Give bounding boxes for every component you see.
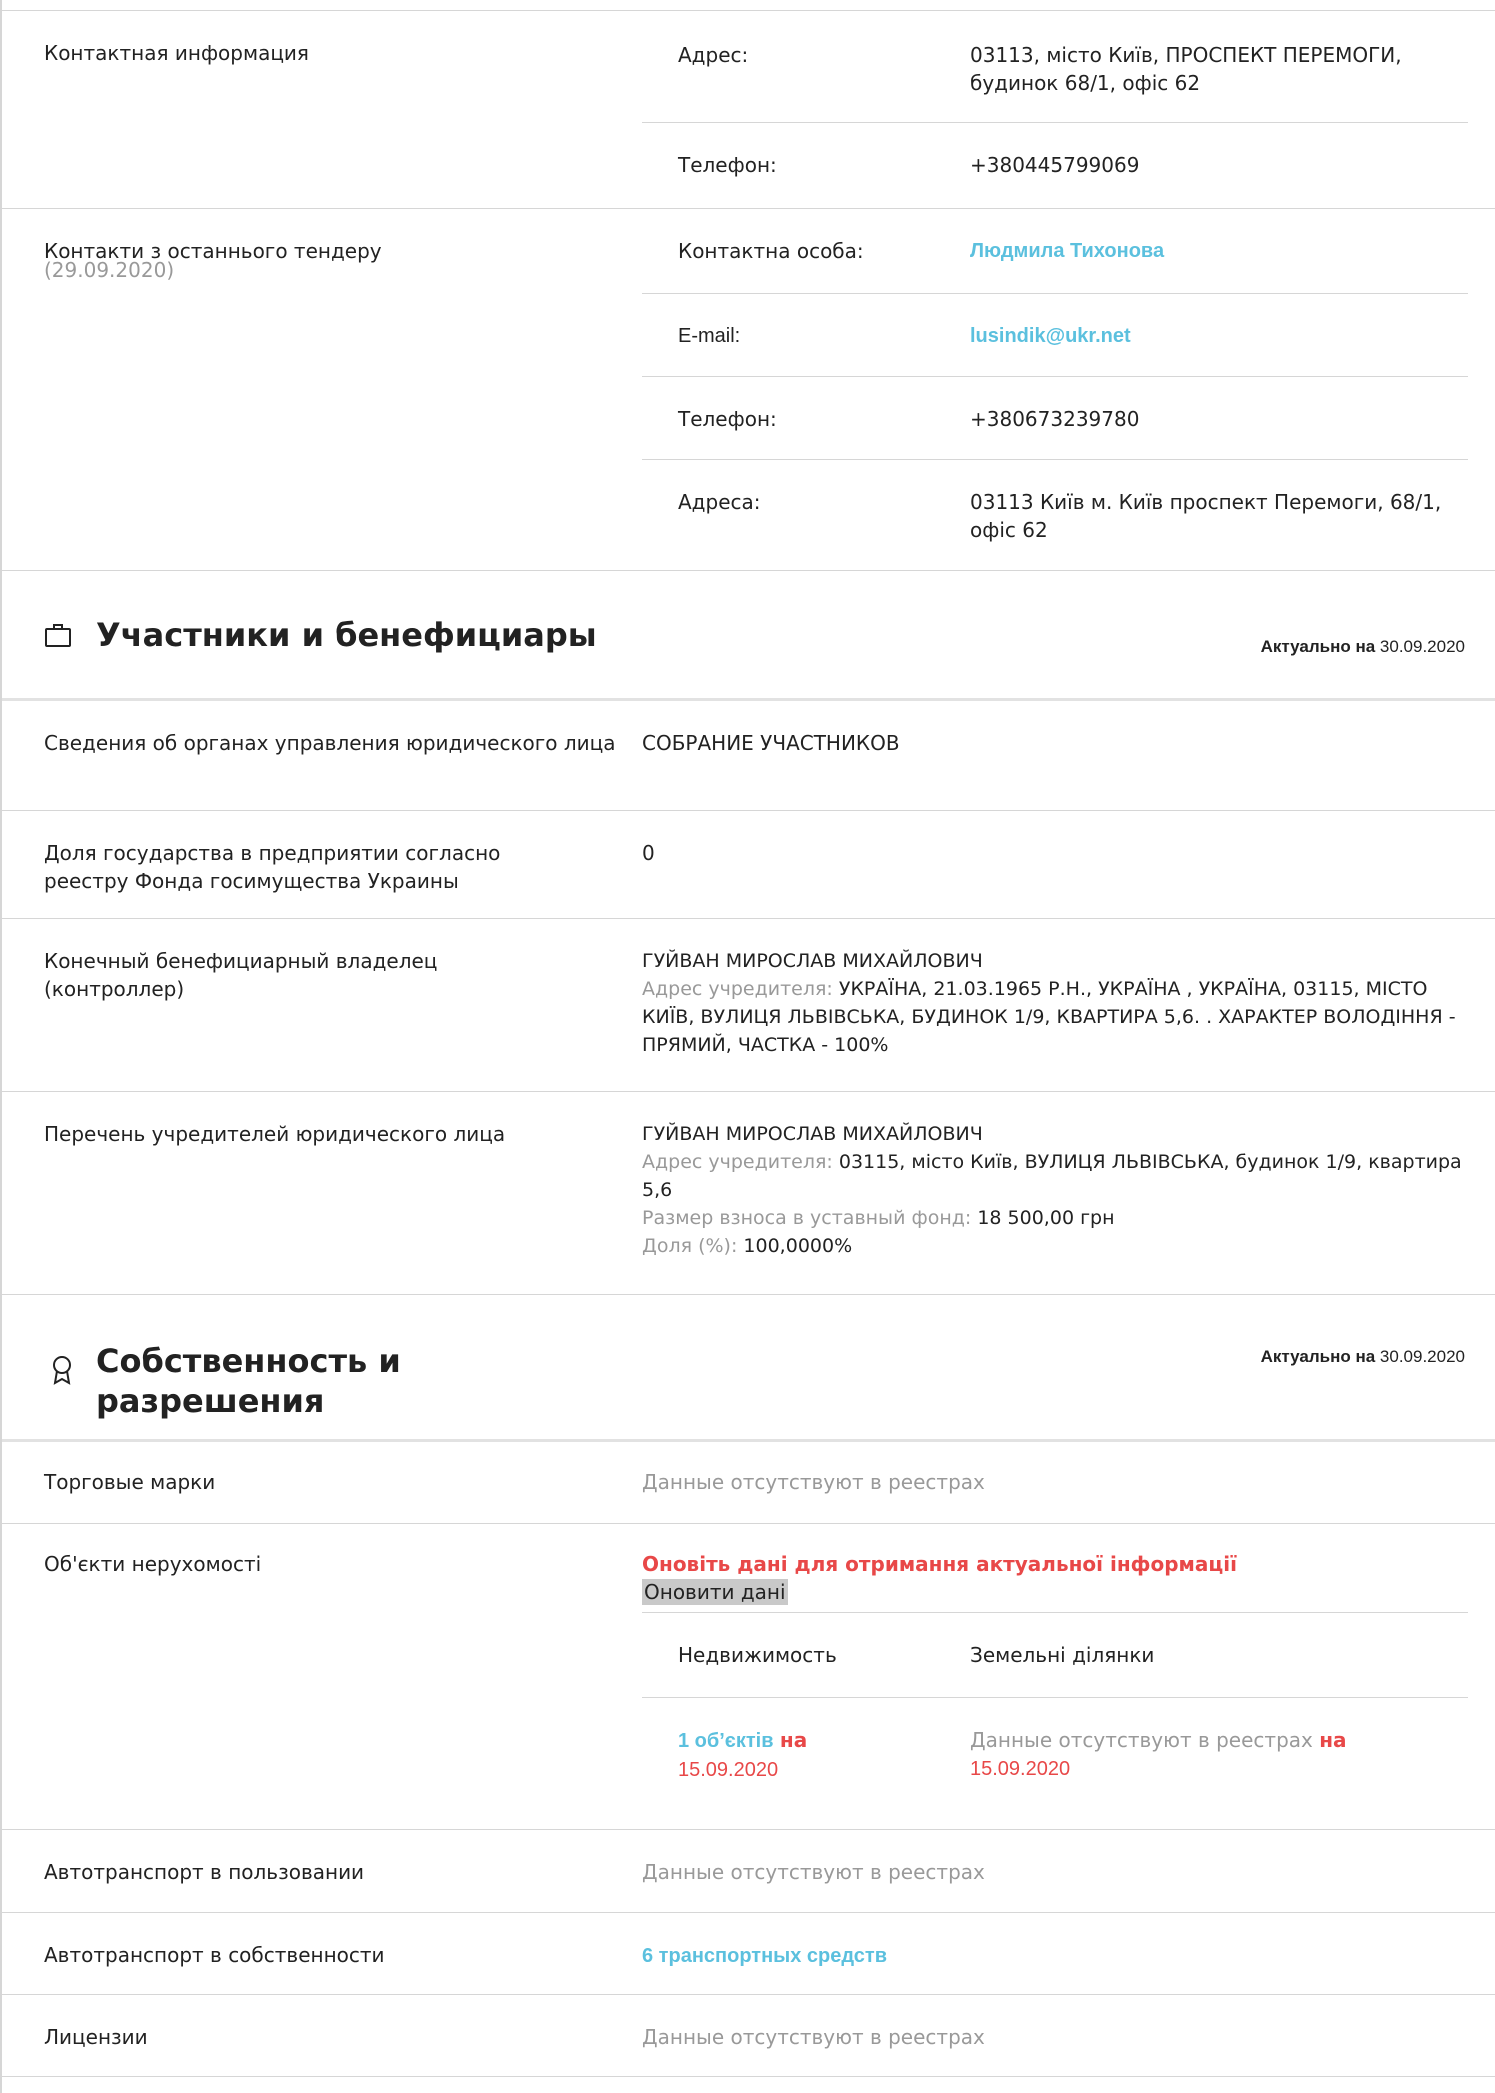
realty-col-header: Недвижимость <box>678 1643 837 1667</box>
beneficiary-row: Конечный бенефициарный владелец (контрол… <box>2 919 1495 1092</box>
beneficiary-label: Конечный бенефициарный владелец (контрол… <box>44 949 438 1001</box>
briefcase-icon <box>44 622 72 653</box>
contact-person-link[interactable]: Людмила Тихонова <box>970 237 1468 293</box>
licenses-label: Лицензии <box>44 2025 148 2049</box>
realty-date: 15.09.2020 <box>678 1759 779 1781</box>
trademarks-value: Данные отсутствуют в реестрах <box>642 1470 985 1494</box>
company-details-page: Контактная информация Адрес: 03113, міст… <box>0 0 1495 2093</box>
founders-label: Перечень учредителей юридического лица <box>44 1122 506 1146</box>
contact-person-subrow: Контактна особа: Людмила Тихонова <box>642 209 1468 294</box>
tender-phone-value: +380673239780 <box>970 407 1140 431</box>
realty-label: Об'єкти нерухомості <box>44 1552 262 1576</box>
tender-address-value: 03113 Київ м. Київ проспект Перемоги, 68… <box>970 490 1442 542</box>
governance-label: Сведения об органах управления юридическ… <box>44 731 616 755</box>
licenses-row: Лицензии Данные отсутствуют в реестрах <box>2 1995 1495 2077</box>
tender-contacts-row: Контакти з останнього тендеру (29.09.202… <box>2 209 1495 571</box>
phone-value: +380445799069 <box>970 153 1140 177</box>
vehicles-owned-label: Автотранспорт в собственности <box>44 1943 385 1967</box>
property-title: Собственность и разрешения <box>96 1342 401 1420</box>
land-date: 15.09.2020 <box>970 1758 1071 1780</box>
update-data-button[interactable]: Оновити дані <box>642 1579 788 1605</box>
participants-section-header: Участники и бенефициары Актуально на 30.… <box>2 571 1495 701</box>
land-on-word: на <box>1319 1728 1347 1752</box>
founder-share-key: Доля (%): <box>642 1235 738 1257</box>
realty-count-link[interactable]: 1 об’єктів <box>678 1730 774 1752</box>
award-ribbon-icon <box>50 1355 74 1390</box>
address-key: Адрес: <box>678 43 749 67</box>
realty-table-row: 1 об’єктів на 15.09.2020 Данные отсутств… <box>642 1698 1468 1784</box>
phone-key: Телефон: <box>678 153 777 177</box>
email-subrow: E-mail: lusindik@ukr.net <box>642 294 1468 377</box>
contact-info-row: Контактная информация Адрес: 03113, міст… <box>2 11 1495 209</box>
property-section-header: Собственность и разрешения Актуально на … <box>2 1295 1495 1442</box>
vehicles-used-label: Автотранспорт в пользовании <box>44 1860 365 1884</box>
state-share-label: Доля государства в предприятии согласно … <box>44 841 501 893</box>
update-notice: Оновіть дані для отримання актуальної ін… <box>642 1552 1237 1576</box>
founder-address-key: Адрес учредителя: <box>642 1151 833 1173</box>
contact-person-key: Контактна особа: <box>678 239 864 263</box>
address-subrow: Адрес: 03113, місто Київ, ПРОСПЕКТ ПЕРЕМ… <box>642 11 1468 123</box>
realty-row: Об'єкти нерухомості Оновіть дані для отр… <box>2 1524 1495 1830</box>
trademarks-row: Торговые марки Данные отсутствуют в реес… <box>2 1442 1495 1524</box>
land-col-header: Земельні ділянки <box>970 1643 1155 1667</box>
beneficiary-address-key: Адрес учредителя: <box>642 978 833 1000</box>
property-asof: Актуально на 30.09.2020 <box>1260 1347 1465 1366</box>
trademarks-label: Торговые марки <box>44 1470 216 1494</box>
governance-value: СОБРАНИЕ УЧАСТНИКОВ <box>642 731 900 755</box>
founders-row: Перечень учредителей юридического лица Г… <box>2 1092 1495 1295</box>
realty-table: Недвижимость Земельні ділянки 1 об’єктів… <box>642 1612 1468 1784</box>
beneficiary-name: ГУЙВАН МИРОСЛАВ МИХАЙЛОВИЧ <box>642 950 983 972</box>
contact-info-label: Контактная информация <box>44 41 309 65</box>
state-share-value: 0 <box>642 841 655 865</box>
address-value: 03113, місто Київ, ПРОСПЕКТ ПЕРЕМОГИ, бу… <box>970 43 1402 95</box>
tender-address-subrow: Адреса: 03113 Київ м. Київ проспект Пере… <box>642 460 1468 570</box>
founder-name: ГУЙВАН МИРОСЛАВ МИХАЙЛОВИЧ <box>642 1123 983 1145</box>
governance-row: Сведения об органах управления юридическ… <box>2 701 1495 811</box>
phone-subrow: Телефон: +380445799069 <box>642 123 1468 208</box>
realty-on-word: на <box>779 1728 808 1752</box>
tender-address-key: Адреса: <box>678 490 761 514</box>
tender-phone-key: Телефон: <box>678 407 777 431</box>
email-link[interactable]: lusindik@ukr.net <box>970 322 1468 376</box>
land-no-data: Данные отсутствуют в реестрах <box>970 1728 1313 1752</box>
realty-table-header: Недвижимость Земельні ділянки <box>642 1613 1468 1698</box>
tender-phone-subrow: Телефон: +380673239780 <box>642 377 1468 460</box>
participants-title: Участники и бенефициары <box>96 616 597 654</box>
participants-asof: Актуально на 30.09.2020 <box>1260 637 1465 656</box>
licenses-value: Данные отсутствуют в реестрах <box>642 2025 985 2049</box>
founder-share-value: 100,0000% <box>743 1235 853 1257</box>
vehicles-used-row: Автотранспорт в пользовании Данные отсут… <box>2 1830 1495 1913</box>
email-key: E-mail: <box>678 325 741 347</box>
founder-contribution-key: Размер взноса в уставный фонд: <box>642 1207 972 1229</box>
vehicles-owned-row: Автотранспорт в собственности 6 транспор… <box>2 1913 1495 1995</box>
state-share-row: Доля государства в предприятии согласно … <box>2 811 1495 919</box>
vehicles-used-value: Данные отсутствуют в реестрах <box>642 1860 985 1884</box>
founder-contribution-value: 18 500,00 грн <box>977 1207 1115 1229</box>
vehicles-owned-link[interactable]: 6 транспортных средств <box>642 1945 887 1967</box>
